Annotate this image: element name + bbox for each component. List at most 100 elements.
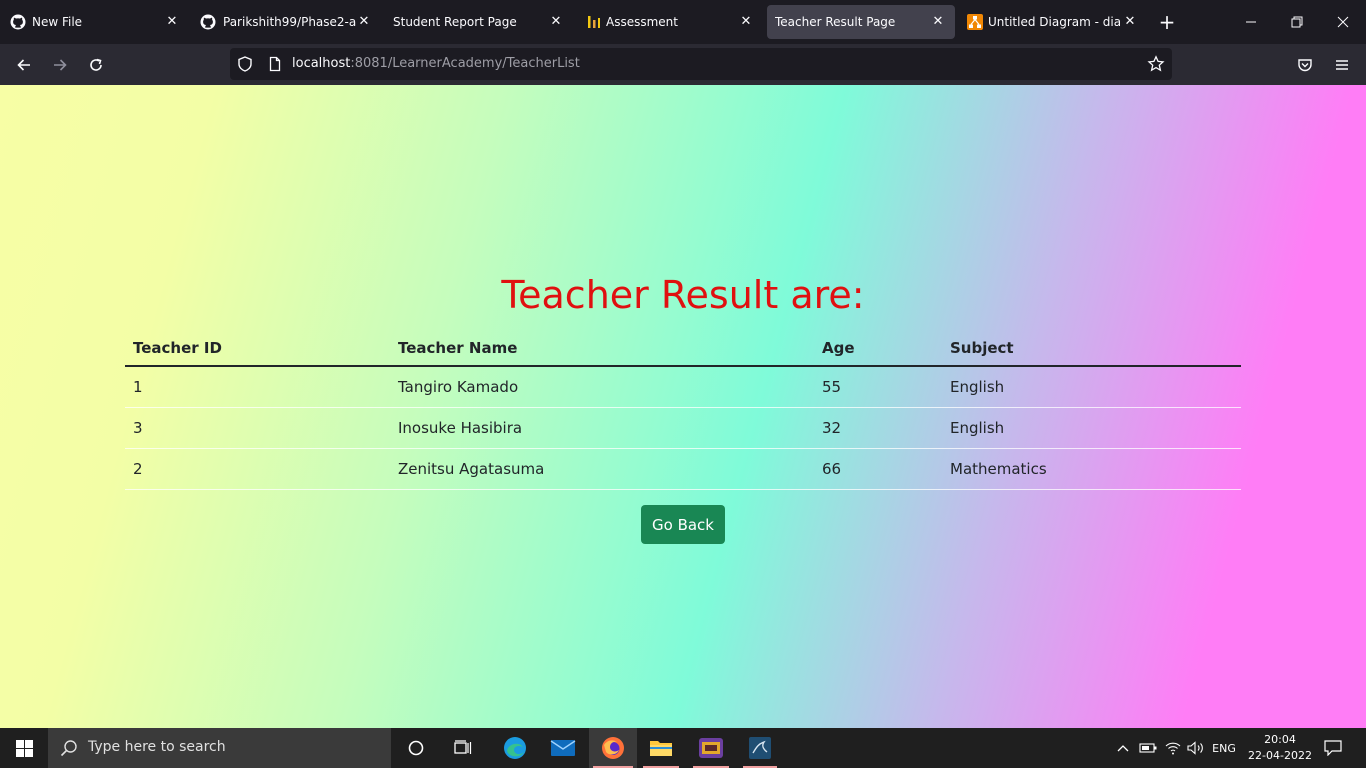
pocket-button[interactable] — [1290, 50, 1320, 80]
battery-button[interactable] — [1136, 728, 1160, 768]
bookmark-star-icon[interactable] — [1147, 55, 1165, 77]
close-icon[interactable]: ✕ — [162, 11, 182, 31]
column-header-subject: Subject — [942, 330, 1241, 367]
tab-label: Untitled Diagram - diagra — [988, 15, 1120, 29]
github-icon — [10, 14, 26, 30]
folder-icon — [650, 741, 672, 756]
shield-icon[interactable] — [237, 56, 253, 76]
new-tab-button[interactable]: + — [1144, 0, 1190, 44]
table-row: 1 Tangiro Kamado 55 English — [125, 366, 1241, 408]
table-row: 2 Zenitsu Agatasuma 66 Mathematics — [125, 448, 1241, 490]
reload-icon — [90, 58, 102, 71]
speaker-icon — [1187, 741, 1203, 755]
mail-taskbar-button[interactable] — [542, 728, 584, 768]
tab-teacher-result[interactable]: Teacher Result Page ✕ — [767, 5, 955, 39]
close-icon[interactable]: ✕ — [736, 11, 756, 31]
cell-subject: English — [942, 366, 1241, 408]
navigation-toolbar: localhost:8081/LearnerAcademy/TeacherLis… — [0, 44, 1366, 85]
tab-label: Student Report Page — [393, 15, 517, 29]
cell-teacher-name: Zenitsu Agatasuma — [390, 448, 814, 490]
page-content: Teacher Result are: Teacher ID Teacher N… — [0, 85, 1366, 728]
tab-student-report[interactable]: Student Report Page ✕ — [384, 5, 572, 39]
show-hidden-icons-button[interactable] — [1112, 728, 1134, 768]
github-icon — [200, 14, 216, 30]
go-back-button[interactable]: Go Back — [641, 505, 725, 544]
cell-teacher-id: 2 — [125, 448, 390, 490]
url-text[interactable]: localhost:8081/LearnerAcademy/TeacherLis… — [292, 56, 580, 71]
database-workbench-icon — [749, 737, 771, 759]
close-icon[interactable]: ✕ — [1120, 11, 1140, 31]
app-taskbar-button[interactable] — [689, 728, 733, 768]
edge-taskbar-button[interactable] — [494, 728, 536, 768]
cell-teacher-id: 1 — [125, 366, 390, 408]
tab-assessment[interactable]: Assessment ✕ — [578, 5, 762, 39]
close-icon[interactable]: ✕ — [546, 11, 566, 31]
notification-center-button[interactable] — [1318, 728, 1348, 768]
start-button[interactable] — [0, 728, 48, 768]
url-host: localhost — [292, 56, 351, 71]
mysql-workbench-taskbar-button[interactable] — [739, 728, 781, 768]
cortana-circle-icon — [408, 740, 424, 756]
file-explorer-taskbar-button[interactable] — [639, 728, 683, 768]
column-header-age: Age — [814, 330, 942, 367]
notification-icon — [1324, 740, 1342, 756]
forward-arrow-icon — [54, 59, 67, 71]
windows-logo-icon — [15, 739, 33, 757]
edge-icon — [504, 737, 526, 759]
back-arrow-icon — [17, 59, 30, 71]
language-indicator[interactable]: ENG — [1208, 728, 1240, 768]
tab-label: Assessment — [606, 15, 678, 29]
chevron-up-icon — [1117, 745, 1129, 752]
drawio-icon — [967, 14, 983, 30]
volume-button[interactable] — [1184, 728, 1208, 768]
tab-strip: New File ✕ Parikshith99/Phase2-asse ✕ St… — [0, 0, 1366, 44]
url-path: :8081/LearnerAcademy/TeacherList — [350, 56, 580, 71]
firefox-taskbar-button[interactable] — [589, 728, 637, 768]
page-icon — [267, 56, 283, 76]
tab-label: Teacher Result Page — [775, 15, 896, 29]
search-placeholder: Type here to search — [88, 739, 226, 755]
clock[interactable]: 20:04 22-04-2022 — [1240, 732, 1320, 764]
column-header-teacher-id: Teacher ID — [125, 330, 390, 367]
cell-age: 55 — [814, 366, 942, 408]
task-view-icon — [454, 740, 472, 754]
forward-button[interactable] — [45, 50, 75, 80]
close-icon[interactable]: ✕ — [928, 11, 948, 31]
task-view-button[interactable] — [443, 728, 483, 768]
cell-age: 32 — [814, 407, 942, 449]
tab-github-repo[interactable]: Parikshith99/Phase2-asse ✕ — [192, 5, 378, 39]
wifi-icon — [1165, 742, 1181, 755]
table-header-row: Teacher ID Teacher Name Age Subject — [125, 330, 1241, 367]
restore-button[interactable] — [1274, 0, 1320, 44]
clock-date: 22-04-2022 — [1248, 749, 1312, 762]
cell-subject: Mathematics — [942, 448, 1241, 490]
teacher-table: Teacher ID Teacher Name Age Subject 1 Ta… — [125, 330, 1241, 490]
menu-button[interactable] — [1327, 50, 1357, 80]
taskbar-search-box[interactable]: Type here to search — [48, 728, 391, 768]
minimize-button[interactable] — [1228, 0, 1274, 44]
cell-subject: English — [942, 407, 1241, 449]
tab-drawio[interactable]: Untitled Diagram - diagra ✕ — [960, 5, 1150, 39]
chart-bars-icon — [586, 14, 602, 30]
column-header-teacher-name: Teacher Name — [390, 330, 814, 367]
close-icon[interactable]: ✕ — [354, 11, 374, 31]
hamburger-menu-icon — [1336, 60, 1348, 70]
tab-label: New File — [32, 15, 83, 29]
back-button[interactable] — [9, 50, 39, 80]
reload-button[interactable] — [81, 50, 111, 80]
tab-label: Parikshith99/Phase2-asse — [223, 15, 356, 29]
cell-age: 66 — [814, 448, 942, 490]
network-button[interactable] — [1161, 728, 1185, 768]
app-badge-icon — [699, 738, 723, 758]
address-bar[interactable]: localhost:8081/LearnerAcademy/TeacherLis… — [230, 48, 1172, 80]
battery-icon — [1139, 743, 1157, 753]
mail-icon — [550, 740, 576, 756]
tab-new-file[interactable]: New File ✕ — [6, 5, 186, 39]
cell-teacher-id: 3 — [125, 407, 390, 449]
firefox-icon — [602, 737, 624, 759]
close-window-button[interactable] — [1320, 0, 1366, 44]
search-icon — [60, 739, 78, 761]
taskbar: Type here to search ENG 20:04 22-04-2022 — [0, 728, 1366, 768]
table-row: 3 Inosuke Hasibira 32 English — [125, 407, 1241, 449]
cortana-button[interactable] — [396, 728, 436, 768]
